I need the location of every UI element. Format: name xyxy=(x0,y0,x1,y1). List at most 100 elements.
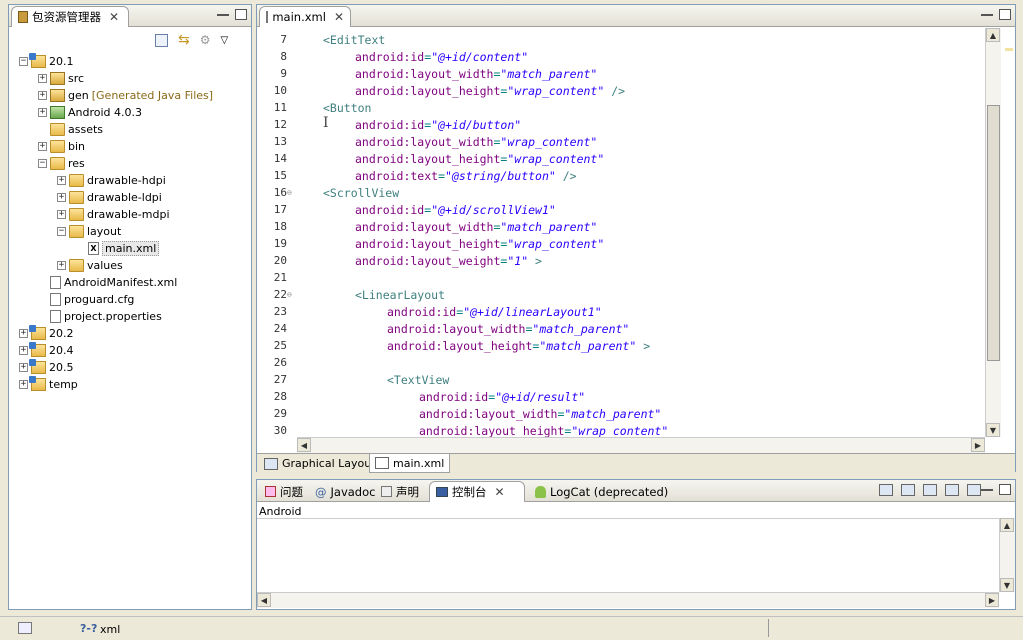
expand-icon[interactable]: + xyxy=(38,142,47,151)
tree-item[interactable]: +20.2 xyxy=(19,325,74,342)
expand-icon[interactable]: + xyxy=(38,74,47,83)
code-line: 10 android:layout_height="wrap_content" /… xyxy=(257,82,625,99)
expand-icon[interactable]: + xyxy=(19,346,28,355)
tab-console[interactable]: 控制台 ✕ xyxy=(429,481,525,502)
maximize-icon[interactable] xyxy=(999,484,1011,495)
tree-item[interactable]: + drawable-hdpi xyxy=(57,172,166,189)
code-token: android:layout_width xyxy=(387,321,526,336)
tree-item[interactable]: − 20.1 xyxy=(19,53,74,70)
expand-icon[interactable]: + xyxy=(57,193,66,202)
editor-vertical-scrollbar[interactable]: ▲ ▼ xyxy=(985,28,1001,437)
maximize-icon[interactable] xyxy=(235,9,247,20)
editor-horizontal-scrollbar[interactable]: ◀ ▶ xyxy=(297,437,985,453)
code-line: 9 android:layout_width="match_parent" xyxy=(257,65,597,82)
code-token: > xyxy=(528,253,542,268)
display-console-icon[interactable] xyxy=(945,484,959,496)
manifest-icon xyxy=(50,276,61,289)
tree-item[interactable]: − res xyxy=(38,155,85,172)
collapse-icon[interactable]: − xyxy=(38,159,47,168)
fold-icon[interactable]: ⊖ xyxy=(287,290,297,299)
line-number: 25 xyxy=(273,339,287,352)
minimize-icon[interactable] xyxy=(981,9,993,16)
console-horizontal-scrollbar[interactable]: ◀ ▶ xyxy=(257,592,999,608)
expand-icon[interactable]: + xyxy=(57,176,66,185)
scroll-down-icon[interactable]: ▼ xyxy=(986,423,1000,437)
chevron-down-icon[interactable]: ▽ xyxy=(221,35,229,46)
console-vertical-scrollbar[interactable]: ▲ ▼ xyxy=(999,518,1015,592)
close-icon[interactable]: ✕ xyxy=(495,485,505,499)
code-line: 30 android:layout_height="wrap_content" xyxy=(257,422,669,438)
minimize-icon[interactable] xyxy=(217,9,229,16)
tree-item[interactable]: AndroidManifest.xml xyxy=(38,274,177,291)
scroll-down-icon[interactable]: ▼ xyxy=(1000,578,1014,592)
collapse-icon[interactable]: − xyxy=(57,227,66,236)
tree-item[interactable]: + drawable-ldpi xyxy=(57,189,162,206)
fast-view-icon[interactable] xyxy=(18,622,32,634)
tab-source-main-xml[interactable]: main.xml xyxy=(369,454,451,473)
collapse-all-icon[interactable] xyxy=(155,33,168,47)
open-console-icon[interactable] xyxy=(967,484,981,496)
tree-item[interactable]: + temp xyxy=(19,376,78,393)
view-menu-icon[interactable]: ⚙ xyxy=(200,33,211,47)
code-token: android:layout_height xyxy=(355,236,501,251)
line-number: 19 xyxy=(273,237,287,250)
code-area[interactable]: 7 <EditText 8 android:id="@+id/content" 9 and… xyxy=(257,28,985,438)
tree-item[interactable]: +20.5 xyxy=(19,359,74,376)
tree-item-label: drawable-ldpi xyxy=(87,191,162,204)
clear-console-icon[interactable] xyxy=(879,484,893,496)
tab-javadoc[interactable]: @ Javadoc xyxy=(309,481,381,502)
scroll-left-icon[interactable]: ◀ xyxy=(257,593,271,607)
close-icon[interactable]: ✕ xyxy=(334,10,344,24)
tab-graphical-layout[interactable]: Graphical Layout xyxy=(259,454,381,473)
tree-item-label: assets xyxy=(68,123,104,136)
tab-declaration[interactable]: 声明 xyxy=(375,481,425,502)
link-editor-icon[interactable]: ⇆ xyxy=(178,32,190,48)
minimize-icon[interactable] xyxy=(981,484,993,491)
fold-icon[interactable]: ⊖ xyxy=(287,188,297,197)
line-number: 26 xyxy=(273,356,287,369)
maximize-icon[interactable] xyxy=(999,9,1011,20)
scroll-right-icon[interactable]: ▶ xyxy=(971,438,985,452)
expand-icon[interactable]: + xyxy=(57,261,66,270)
tree-item[interactable]: project.properties xyxy=(38,308,162,325)
pin-console-icon[interactable] xyxy=(923,484,937,496)
scroll-lock-icon[interactable] xyxy=(901,484,915,496)
scroll-thumb[interactable] xyxy=(987,105,1000,361)
tree-item[interactable]: + values xyxy=(57,257,123,274)
close-icon[interactable]: ✕ xyxy=(109,10,119,24)
scroll-up-icon[interactable]: ▲ xyxy=(986,28,1000,42)
status-prefix: ?-? xyxy=(80,622,98,635)
tree-item[interactable]: Xmain.xml xyxy=(76,240,160,257)
tree-item[interactable]: proguard.cfg xyxy=(38,291,134,308)
source-tab-label: main.xml xyxy=(393,456,445,470)
tree-item[interactable]: + gen [Generated Java Files] xyxy=(38,87,213,104)
tab-logcat[interactable]: LogCat (deprecated) xyxy=(529,481,674,502)
tree-item[interactable]: + src xyxy=(38,70,84,87)
tree-item[interactable]: assets xyxy=(38,121,103,138)
tree-item[interactable]: − layout xyxy=(57,223,121,240)
line-number: 7 xyxy=(280,33,287,46)
tab-problems[interactable]: 问题 xyxy=(259,481,309,502)
tree-item-label: values xyxy=(87,259,123,272)
tab-main-xml[interactable]: main.xml ✕ xyxy=(259,6,351,27)
tab-package-explorer[interactable]: 包资源管理器 ✕ xyxy=(11,6,129,27)
editor-view: main.xml ✕ 7 <EditText 8 android:id="@+id/c… xyxy=(256,4,1016,473)
expand-icon[interactable]: + xyxy=(38,108,47,117)
expand-icon[interactable]: + xyxy=(38,91,47,100)
scroll-left-icon[interactable]: ◀ xyxy=(297,438,311,452)
tree-item[interactable]: + drawable-mdpi xyxy=(57,206,170,223)
tree-item[interactable]: + Android 4.0.3 xyxy=(38,104,142,121)
line-number: 13 xyxy=(273,135,287,148)
scroll-right-icon[interactable]: ▶ xyxy=(985,593,999,607)
console-output[interactable] xyxy=(257,518,999,592)
expand-icon[interactable]: + xyxy=(19,329,28,338)
tree-item[interactable]: + bin xyxy=(38,138,85,155)
tree-item-label: src xyxy=(68,72,85,85)
expand-icon[interactable]: + xyxy=(57,210,66,219)
tree-item[interactable]: +20.4 xyxy=(19,342,74,359)
expand-icon[interactable]: + xyxy=(19,363,28,372)
collapse-icon[interactable]: − xyxy=(19,57,28,66)
scroll-up-icon[interactable]: ▲ xyxy=(1000,518,1014,532)
code-text: android:text="@string/button" /> xyxy=(355,169,577,183)
expand-icon[interactable]: + xyxy=(19,380,28,389)
